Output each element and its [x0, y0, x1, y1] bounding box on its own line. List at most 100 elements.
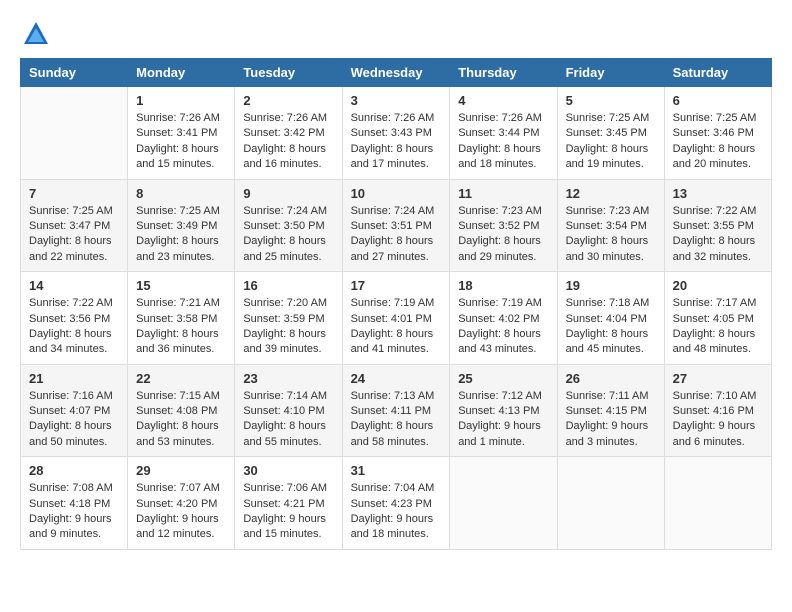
day-info: Sunrise: 7:26 AMSunset: 3:42 PMDaylight:… — [243, 111, 333, 173]
calendar-day-cell: 21 Sunrise: 7:16 AMSunset: 4:07 PMDayligh… — [21, 364, 128, 457]
day-number: 19 — [566, 278, 656, 293]
day-number: 22 — [136, 371, 226, 386]
calendar-header-wednesday: Wednesday — [342, 59, 450, 87]
calendar-day-cell — [450, 457, 557, 550]
day-info: Sunrise: 7:24 AMSunset: 3:50 PMDaylight:… — [243, 204, 333, 266]
calendar-day-cell: 28Sunrise: 7:08 AMSunset: 4:18 PMDayligh… — [21, 457, 128, 550]
day-number: 21 — [29, 371, 119, 386]
calendar-week-row: 28Sunrise: 7:08 AMSunset: 4:18 PMDayligh… — [21, 457, 772, 550]
calendar-day-cell: 4 Sunrise: 7:26 AMSunset: 3:44 PMDaylight… — [450, 87, 557, 180]
day-number: 7 — [29, 186, 119, 201]
calendar-week-row: 14 Sunrise: 7:22 AMSunset: 3:56 PMDayligh… — [21, 272, 772, 365]
day-number: 26 — [566, 371, 656, 386]
day-number: 11 — [458, 186, 548, 201]
calendar-day-cell: 17Sunrise: 7:19 AMSunset: 4:01 PMDayligh… — [342, 272, 450, 365]
day-info: Sunrise: 7:26 AMSunset: 3:44 PMDaylight:… — [458, 111, 548, 173]
calendar-day-cell: 8 Sunrise: 7:25 AMSunset: 3:49 PMDaylight… — [128, 179, 235, 272]
day-info: Sunrise: 7:06 AMSunset: 4:21 PMDaylight:… — [243, 481, 333, 543]
day-info: Sunrise: 7:13 AMSunset: 4:11 PMDaylight:… — [351, 389, 442, 451]
day-number: 8 — [136, 186, 226, 201]
day-number: 4 — [458, 93, 548, 108]
calendar-day-cell: 7 Sunrise: 7:25 AMSunset: 3:47 PMDaylight… — [21, 179, 128, 272]
day-info: Sunrise: 7:25 AMSunset: 3:46 PMDaylight:… — [673, 111, 763, 173]
calendar-day-cell: 5 Sunrise: 7:25 AMSunset: 3:45 PMDaylight… — [557, 87, 664, 180]
calendar-header-saturday: Saturday — [664, 59, 771, 87]
calendar-day-cell: 14 Sunrise: 7:22 AMSunset: 3:56 PMDayligh… — [21, 272, 128, 365]
calendar-header-sunday: Sunday — [21, 59, 128, 87]
day-number: 30 — [243, 463, 333, 478]
day-info: Sunrise: 7:24 AMSunset: 3:51 PMDaylight:… — [351, 204, 442, 266]
day-info: Sunrise: 7:12 AMSunset: 4:13 PMDaylight:… — [458, 389, 548, 451]
calendar-day-cell: 24 Sunrise: 7:13 AMSunset: 4:11 PMDayligh… — [342, 364, 450, 457]
day-info: Sunrise: 7:19 AMSunset: 4:02 PMDaylight:… — [458, 296, 548, 358]
calendar-day-cell: 11 Sunrise: 7:23 AMSunset: 3:52 PMDayligh… — [450, 179, 557, 272]
day-info: Sunrise: 7:22 AMSunset: 3:55 PMDaylight:… — [673, 204, 763, 266]
day-info: Sunrise: 7:20 AMSunset: 3:59 PMDaylight:… — [243, 296, 333, 358]
calendar-day-cell: 3 Sunrise: 7:26 AMSunset: 3:43 PMDaylight… — [342, 87, 450, 180]
calendar-day-cell: 9 Sunrise: 7:24 AMSunset: 3:50 PMDaylight… — [235, 179, 342, 272]
calendar-day-cell: 16 Sunrise: 7:20 AMSunset: 3:59 PMDayligh… — [235, 272, 342, 365]
calendar-header-row: SundayMondayTuesdayWednesdayThursdayFrid… — [21, 59, 772, 87]
day-info: Sunrise: 7:23 AMSunset: 3:54 PMDaylight:… — [566, 204, 656, 266]
calendar-day-cell: 20 Sunrise: 7:17 AMSunset: 4:05 PMDayligh… — [664, 272, 771, 365]
calendar-header-monday: Monday — [128, 59, 235, 87]
day-number: 10 — [351, 186, 442, 201]
day-number: 23 — [243, 371, 333, 386]
day-number: 6 — [673, 93, 763, 108]
logo — [20, 20, 52, 48]
day-number: 17 — [351, 278, 442, 293]
calendar-day-cell: 29 Sunrise: 7:07 AMSunset: 4:20 PMDayligh… — [128, 457, 235, 550]
calendar-day-cell: 27Sunrise: 7:10 AMSunset: 4:16 PMDayligh… — [664, 364, 771, 457]
calendar-day-cell: 19Sunrise: 7:18 AMSunset: 4:04 PMDayligh… — [557, 272, 664, 365]
day-info: Sunrise: 7:25 AMSunset: 3:47 PMDaylight:… — [29, 204, 119, 266]
calendar-day-cell: 18 Sunrise: 7:19 AMSunset: 4:02 PMDayligh… — [450, 272, 557, 365]
day-number: 20 — [673, 278, 763, 293]
day-number: 27 — [673, 371, 763, 386]
day-info: Sunrise: 7:25 AMSunset: 3:45 PMDaylight:… — [566, 111, 656, 173]
logo-icon — [22, 20, 50, 48]
calendar-day-cell: 25 Sunrise: 7:12 AMSunset: 4:13 PMDayligh… — [450, 364, 557, 457]
calendar-table: SundayMondayTuesdayWednesdayThursdayFrid… — [20, 58, 772, 550]
calendar-day-cell: 10 Sunrise: 7:24 AMSunset: 3:51 PMDayligh… — [342, 179, 450, 272]
calendar-day-cell: 12Sunrise: 7:23 AMSunset: 3:54 PMDayligh… — [557, 179, 664, 272]
calendar-day-cell: 26 Sunrise: 7:11 AMSunset: 4:15 PMDayligh… — [557, 364, 664, 457]
day-number: 31 — [351, 463, 442, 478]
day-info: Sunrise: 7:11 AMSunset: 4:15 PMDaylight:… — [566, 389, 656, 451]
day-number: 3 — [351, 93, 442, 108]
day-info: Sunrise: 7:26 AMSunset: 3:43 PMDaylight:… — [351, 111, 442, 173]
calendar-day-cell: 6 Sunrise: 7:25 AMSunset: 3:46 PMDaylight… — [664, 87, 771, 180]
calendar-day-cell: 22 Sunrise: 7:15 AMSunset: 4:08 PMDayligh… — [128, 364, 235, 457]
calendar-header-tuesday: Tuesday — [235, 59, 342, 87]
day-number: 1 — [136, 93, 226, 108]
day-number: 29 — [136, 463, 226, 478]
calendar-day-cell: 30 Sunrise: 7:06 AMSunset: 4:21 PMDayligh… — [235, 457, 342, 550]
day-number: 24 — [351, 371, 442, 386]
day-number: 16 — [243, 278, 333, 293]
day-number: 2 — [243, 93, 333, 108]
calendar-header-thursday: Thursday — [450, 59, 557, 87]
day-number: 15 — [136, 278, 226, 293]
calendar-day-cell: 2 Sunrise: 7:26 AMSunset: 3:42 PMDaylight… — [235, 87, 342, 180]
day-info: Sunrise: 7:07 AMSunset: 4:20 PMDaylight:… — [136, 481, 226, 543]
day-info: Sunrise: 7:22 AMSunset: 3:56 PMDaylight:… — [29, 296, 119, 358]
day-number: 5 — [566, 93, 656, 108]
day-info: Sunrise: 7:17 AMSunset: 4:05 PMDaylight:… — [673, 296, 763, 358]
calendar-week-row: 1Sunrise: 7:26 AMSunset: 3:41 PMDaylight… — [21, 87, 772, 180]
day-number: 25 — [458, 371, 548, 386]
day-info: Sunrise: 7:15 AMSunset: 4:08 PMDaylight:… — [136, 389, 226, 451]
day-number: 13 — [673, 186, 763, 201]
calendar-day-cell: 15 Sunrise: 7:21 AMSunset: 3:58 PMDayligh… — [128, 272, 235, 365]
calendar-day-cell: 31Sunrise: 7:04 AMSunset: 4:23 PMDayligh… — [342, 457, 450, 550]
day-info: Sunrise: 7:16 AMSunset: 4:07 PMDaylight:… — [29, 389, 119, 451]
day-info: Sunrise: 7:25 AMSunset: 3:49 PMDaylight:… — [136, 204, 226, 266]
day-number: 28 — [29, 463, 119, 478]
calendar-week-row: 7 Sunrise: 7:25 AMSunset: 3:47 PMDaylight… — [21, 179, 772, 272]
day-number: 18 — [458, 278, 548, 293]
day-number: 9 — [243, 186, 333, 201]
calendar-day-cell — [557, 457, 664, 550]
calendar-header-friday: Friday — [557, 59, 664, 87]
day-info: Sunrise: 7:23 AMSunset: 3:52 PMDaylight:… — [458, 204, 548, 266]
day-number: 14 — [29, 278, 119, 293]
calendar-day-cell: 23Sunrise: 7:14 AMSunset: 4:10 PMDayligh… — [235, 364, 342, 457]
day-info: Sunrise: 7:21 AMSunset: 3:58 PMDaylight:… — [136, 296, 226, 358]
